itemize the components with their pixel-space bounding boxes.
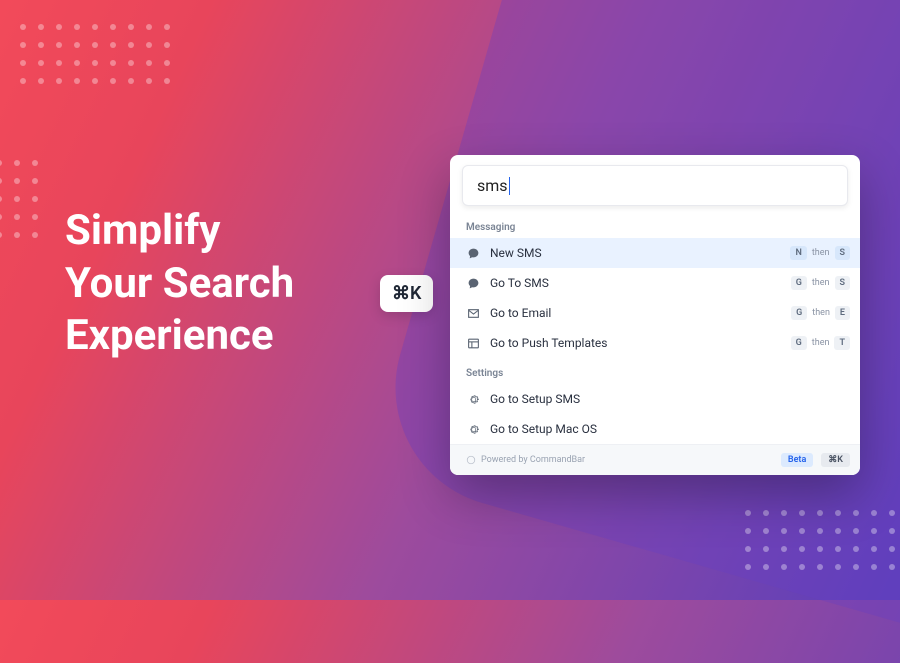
command-label: Go to Push Templates <box>490 336 781 350</box>
keyboard-shortcut: GthenT <box>791 336 850 350</box>
key: S <box>835 246 851 260</box>
shortcut-badge: ⌘K <box>380 275 433 312</box>
command-label: Go to Email <box>490 306 781 320</box>
search-value: sms <box>477 176 508 195</box>
key: N <box>790 246 806 260</box>
command-palette: sms Messaging New SMS NthenS Go To SMS Gthen… <box>450 155 860 475</box>
hero-headline: Simplify Your Search Experience <box>65 205 294 363</box>
template-icon <box>466 336 480 350</box>
command-label: Go to Setup SMS <box>490 392 850 406</box>
shortcut-hint: ⌘K <box>821 453 850 467</box>
section-header: Settings <box>450 358 860 384</box>
palette-footer: Powered by CommandBar Beta ⌘K <box>450 444 860 475</box>
section-header: Messaging <box>450 212 860 238</box>
results-list: MessagingNew SMSNthenSGo To SMSGthenSGo … <box>450 212 860 444</box>
command-label: Go to Setup Mac OS <box>490 422 850 436</box>
keyboard-shortcut: GthenS <box>791 276 850 290</box>
powered-by: Powered by CommandBar <box>466 455 773 465</box>
key: E <box>835 306 850 320</box>
key: G <box>791 306 807 320</box>
headline-line: Experience <box>65 310 294 363</box>
search-input[interactable]: sms <box>462 165 848 206</box>
command-item[interactable]: Go to Push Templates GthenT <box>450 328 860 358</box>
bubble-icon <box>466 246 480 260</box>
decorative-dots <box>745 510 895 570</box>
headline-line: Simplify <box>65 205 294 258</box>
key: S <box>835 276 851 290</box>
command-item[interactable]: Go to Email GthenE <box>450 298 860 328</box>
text-cursor <box>509 177 510 195</box>
decorative-dots <box>20 24 170 84</box>
key: T <box>834 336 850 350</box>
key: G <box>791 336 807 350</box>
command-item[interactable]: Go to Setup SMS <box>450 384 860 414</box>
keyboard-shortcut: GthenE <box>791 306 850 320</box>
gear-icon <box>466 392 480 406</box>
command-item[interactable]: New SMS NthenS <box>450 238 860 268</box>
command-label: New SMS <box>490 246 780 260</box>
beta-badge: Beta <box>781 453 813 467</box>
keyboard-shortcut: NthenS <box>790 246 850 260</box>
headline-line: Your Search <box>65 258 294 311</box>
bubble-icon <box>466 276 480 290</box>
gear-icon <box>466 422 480 436</box>
mail-icon <box>466 306 480 320</box>
command-item[interactable]: Go to Setup Mac OS <box>450 414 860 444</box>
command-item[interactable]: Go To SMS GthenS <box>450 268 860 298</box>
key: G <box>791 276 807 290</box>
decorative-dots <box>0 160 38 238</box>
command-label: Go To SMS <box>490 276 781 290</box>
